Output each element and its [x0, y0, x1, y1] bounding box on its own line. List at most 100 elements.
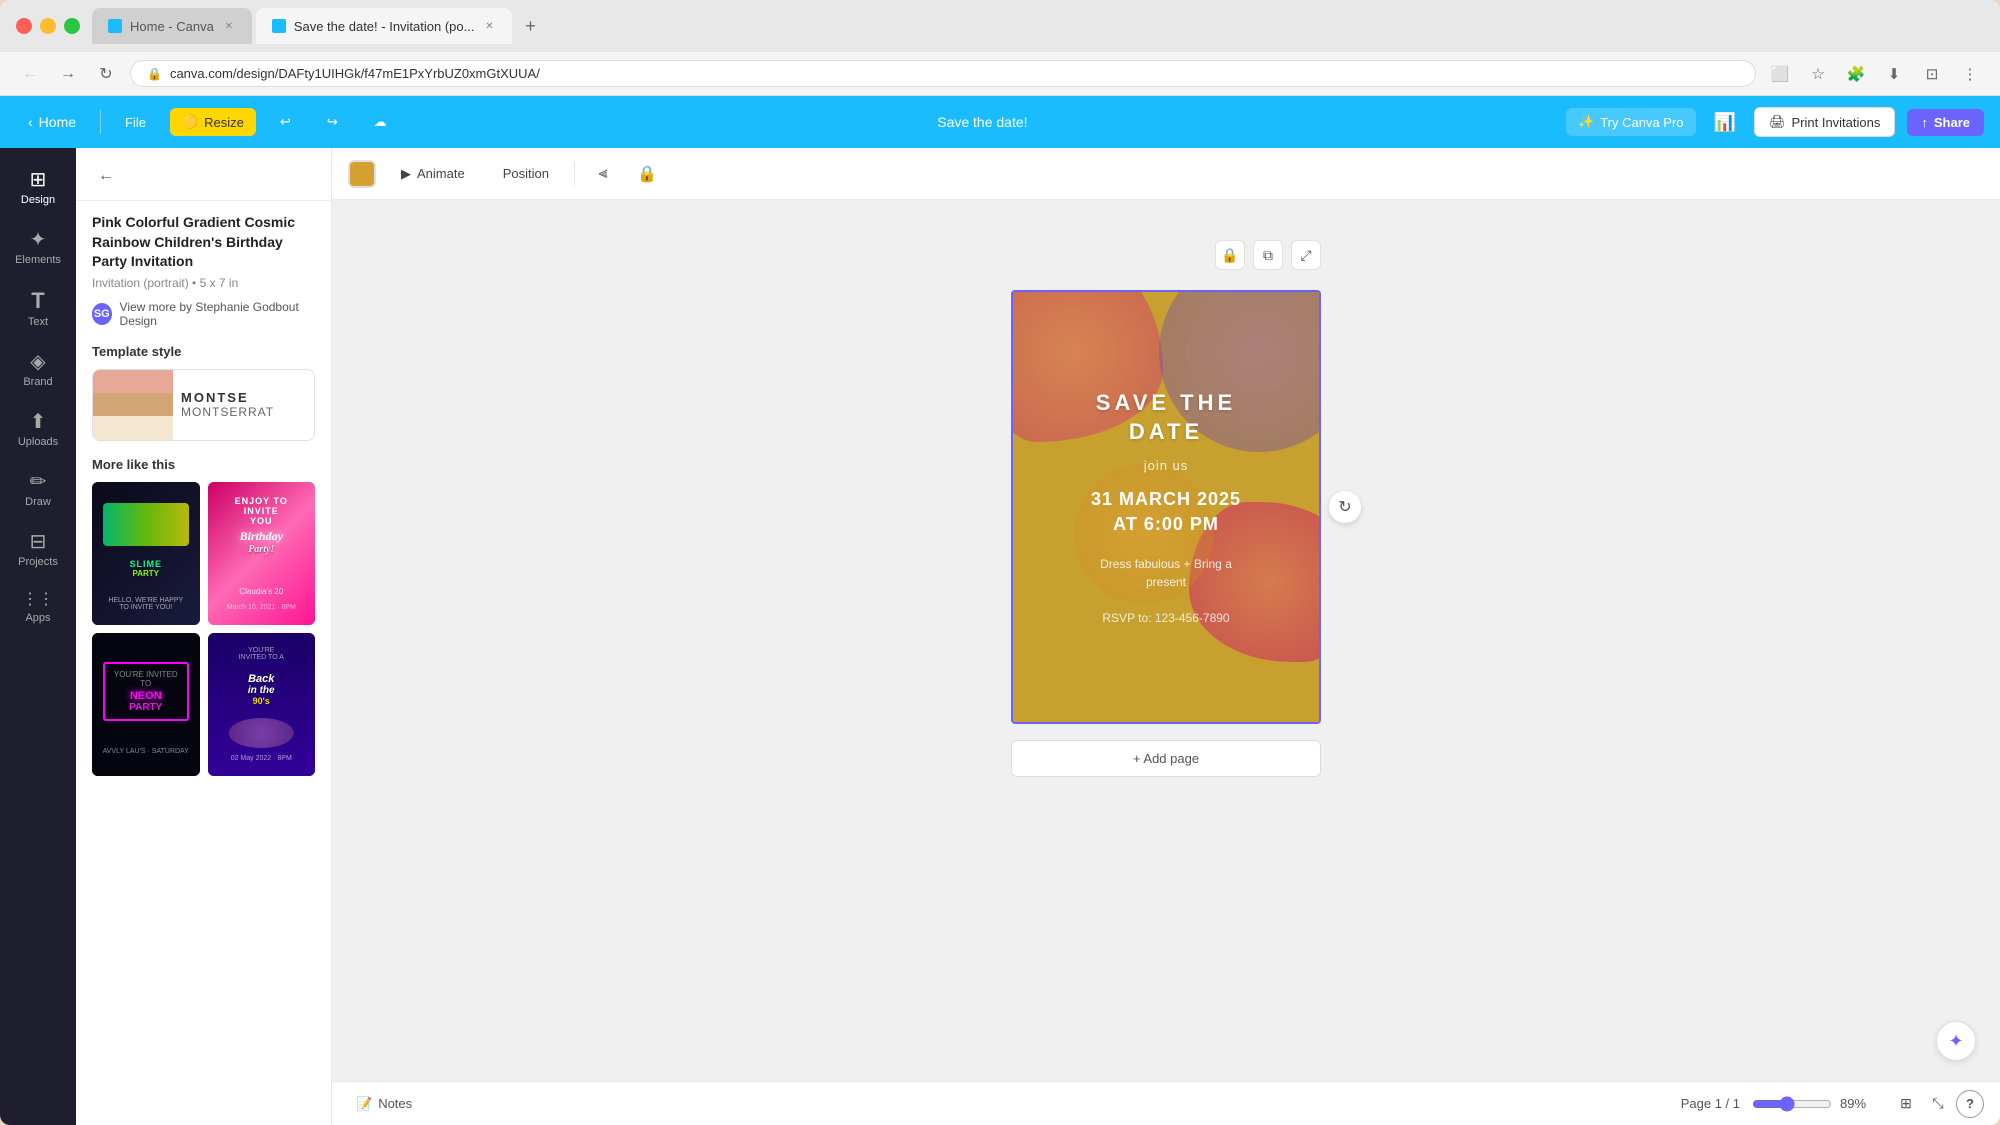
- zoom-percentage: 89%: [1840, 1096, 1880, 1111]
- undo-button[interactable]: ↩: [268, 108, 303, 136]
- font-preview: MONTSE MONTSERRAT: [173, 370, 314, 440]
- filter-icon: ⫷: [598, 165, 607, 183]
- sidebar-item-text[interactable]: T Text: [4, 280, 72, 338]
- sidebar-item-uploads[interactable]: ⬆ Uploads: [4, 402, 72, 458]
- browser-extension-icon[interactable]: 🧩: [1842, 60, 1870, 88]
- home-label: Home: [39, 114, 76, 130]
- sidebar-label-apps: Apps: [25, 612, 50, 624]
- browser-menu-icon[interactable]: ⋮: [1956, 60, 1984, 88]
- card-title: SAVE THEDATE: [1096, 389, 1236, 446]
- color-picker-dot[interactable]: [348, 160, 376, 188]
- filter-button[interactable]: ⫷: [587, 158, 619, 190]
- redo-button[interactable]: ↪: [315, 108, 350, 136]
- undo-icon: ↩: [280, 114, 291, 130]
- card-join-text: join us: [1144, 458, 1189, 473]
- position-button[interactable]: Position: [490, 159, 562, 188]
- refresh-button[interactable]: ↻: [1329, 491, 1361, 523]
- animate-button[interactable]: ▶ Animate: [388, 159, 478, 189]
- projects-icon: ⊟: [30, 532, 47, 552]
- back-button[interactable]: ←: [16, 60, 44, 88]
- template-title: Pink Colorful Gradient Cosmic Rainbow Ch…: [92, 213, 315, 272]
- resize-button[interactable]: 🟡 Resize: [170, 108, 256, 136]
- share-label: Share: [1934, 115, 1970, 130]
- fullscreen-button[interactable]: ⤡: [1924, 1090, 1952, 1118]
- minimize-window-btn[interactable]: [40, 18, 56, 34]
- panel-back-button[interactable]: ←: [92, 162, 120, 190]
- sidebar-item-design[interactable]: ⊞ Design: [4, 160, 72, 216]
- print-label: Print Invitations: [1791, 115, 1880, 130]
- card-content: SAVE THEDATE join us 31 MARCH 2025 AT 6:…: [1013, 292, 1319, 722]
- tab-close-home[interactable]: ✕: [222, 19, 236, 33]
- card-dress-code: Dress fabulous + Bring apresent: [1100, 555, 1232, 591]
- analytics-button[interactable]: 📊: [1708, 106, 1742, 139]
- uploads-icon: ⬆: [30, 412, 47, 432]
- design-icon: ⊞: [30, 170, 47, 190]
- sidebar-label-uploads: Uploads: [18, 436, 58, 448]
- template-thumb-90s[interactable]: YOU'RE INVITED TO A Back in the 90's 02 …: [208, 633, 316, 776]
- file-button[interactable]: File: [113, 109, 158, 136]
- notes-button[interactable]: 📝 Notes: [348, 1092, 420, 1116]
- sidebar-item-projects[interactable]: ⊟ Projects: [4, 522, 72, 578]
- invitation-card[interactable]: SAVE THEDATE join us 31 MARCH 2025 AT 6:…: [1011, 290, 1321, 724]
- panel-header: ←: [76, 148, 331, 201]
- lock-canvas-button[interactable]: 🔒: [1215, 240, 1245, 270]
- tab-home-label: Home - Canva: [130, 19, 214, 34]
- browser-cast-icon[interactable]: ⬜: [1766, 60, 1794, 88]
- canvas-inner: 🔒 ⧉ ⤢: [1011, 240, 1321, 777]
- tab-design[interactable]: Save the date! - Invitation (po... ✕: [256, 8, 513, 44]
- chevron-left-icon: ‹: [28, 114, 33, 130]
- browser-star-icon[interactable]: ☆: [1804, 60, 1832, 88]
- template-thumb-birthday[interactable]: ENJOY TO INVITE YOU Birthday Party! Clau…: [208, 482, 316, 625]
- try-pro-button[interactable]: ✨ Try Canva Pro: [1566, 108, 1696, 136]
- forward-button[interactable]: →: [54, 60, 82, 88]
- home-button[interactable]: ‹ Home: [16, 108, 88, 136]
- font-name-2: MONTSERRAT: [181, 405, 306, 419]
- template-thumb-neon[interactable]: YOU'RE INVITED TO NEON PARTY AVVLY LAU'S…: [92, 633, 200, 776]
- sidebar-item-brand[interactable]: ◈ Brand: [4, 342, 72, 398]
- grid-view-button[interactable]: ⊞: [1892, 1090, 1920, 1118]
- sidebar-item-elements[interactable]: ✦ Elements: [4, 220, 72, 276]
- share-icon: ↑: [1921, 115, 1928, 130]
- new-tab-button[interactable]: +: [516, 12, 544, 40]
- animate-icon: ▶: [401, 166, 411, 182]
- reload-button[interactable]: ↻: [92, 60, 120, 88]
- save-cloud-button[interactable]: ☁: [362, 108, 399, 136]
- share-button[interactable]: ↑ Share: [1907, 109, 1984, 136]
- traffic-lights: [16, 18, 80, 34]
- browser-profile-icon[interactable]: ⊡: [1918, 60, 1946, 88]
- zoom-slider[interactable]: [1752, 1096, 1832, 1112]
- address-text: canva.com/design/DAFty1UIHGk/f47mE1PxYrb…: [170, 66, 540, 81]
- sidebar-item-draw[interactable]: ✏ Draw: [4, 462, 72, 518]
- notes-label: Notes: [378, 1096, 412, 1111]
- view-buttons: ⊞ ⤡ ?: [1892, 1090, 1984, 1118]
- sidebar-label-draw: Draw: [25, 496, 51, 508]
- duplicate-canvas-button[interactable]: ⧉: [1253, 240, 1283, 270]
- print-invitations-button[interactable]: 🖨 Print Invitations: [1754, 107, 1895, 137]
- close-window-btn[interactable]: [16, 18, 32, 34]
- maximize-window-btn[interactable]: [64, 18, 80, 34]
- canvas-expand-button[interactable]: ✦: [1936, 1021, 1976, 1061]
- add-page-button[interactable]: + Add page: [1011, 740, 1321, 777]
- sidebar-label-text: Text: [28, 316, 48, 328]
- tab-close-design[interactable]: ✕: [482, 19, 496, 33]
- canvas-scroll[interactable]: 🔒 ⧉ ⤢: [332, 200, 2000, 1081]
- browser-download-icon[interactable]: ⬇: [1880, 60, 1908, 88]
- bottom-bar: 📝 Notes Page 1 / 1 89% ⊞ ⤡: [332, 1081, 2000, 1125]
- expand-canvas-button[interactable]: ⤢: [1291, 240, 1321, 270]
- lock-button[interactable]: 🔒: [631, 158, 663, 190]
- address-bar[interactable]: 🔒 canva.com/design/DAFty1UIHGk/f47mE1PxY…: [130, 60, 1756, 87]
- draw-icon: ✏: [30, 472, 47, 492]
- tab-home[interactable]: Home - Canva ✕: [92, 8, 252, 44]
- tab-bar: Home - Canva ✕ Save the date! - Invitati…: [92, 8, 1892, 44]
- template-style-box[interactable]: MONTSE MONTSERRAT: [92, 369, 315, 441]
- lock-icon: 🔒: [637, 164, 657, 184]
- card-time: AT 6:00 PM: [1113, 514, 1219, 535]
- app-topbar: ‹ Home File 🟡 Resize ↩ ↪ ☁ Save the date…: [0, 96, 2000, 148]
- browser-titlebar: Home - Canva ✕ Save the date! - Invitati…: [0, 0, 2000, 52]
- help-button[interactable]: ?: [1956, 1090, 1984, 1118]
- author-link[interactable]: View more by Stephanie Godbout Design: [120, 300, 315, 328]
- template-thumb-slime[interactable]: SLIME PARTY HELLO, WE'RE HAPPYTO INVITE …: [92, 482, 200, 625]
- resize-label: Resize: [204, 115, 244, 130]
- document-title[interactable]: Save the date!: [937, 114, 1027, 130]
- sidebar-item-apps[interactable]: ⋮⋮ Apps: [4, 582, 72, 634]
